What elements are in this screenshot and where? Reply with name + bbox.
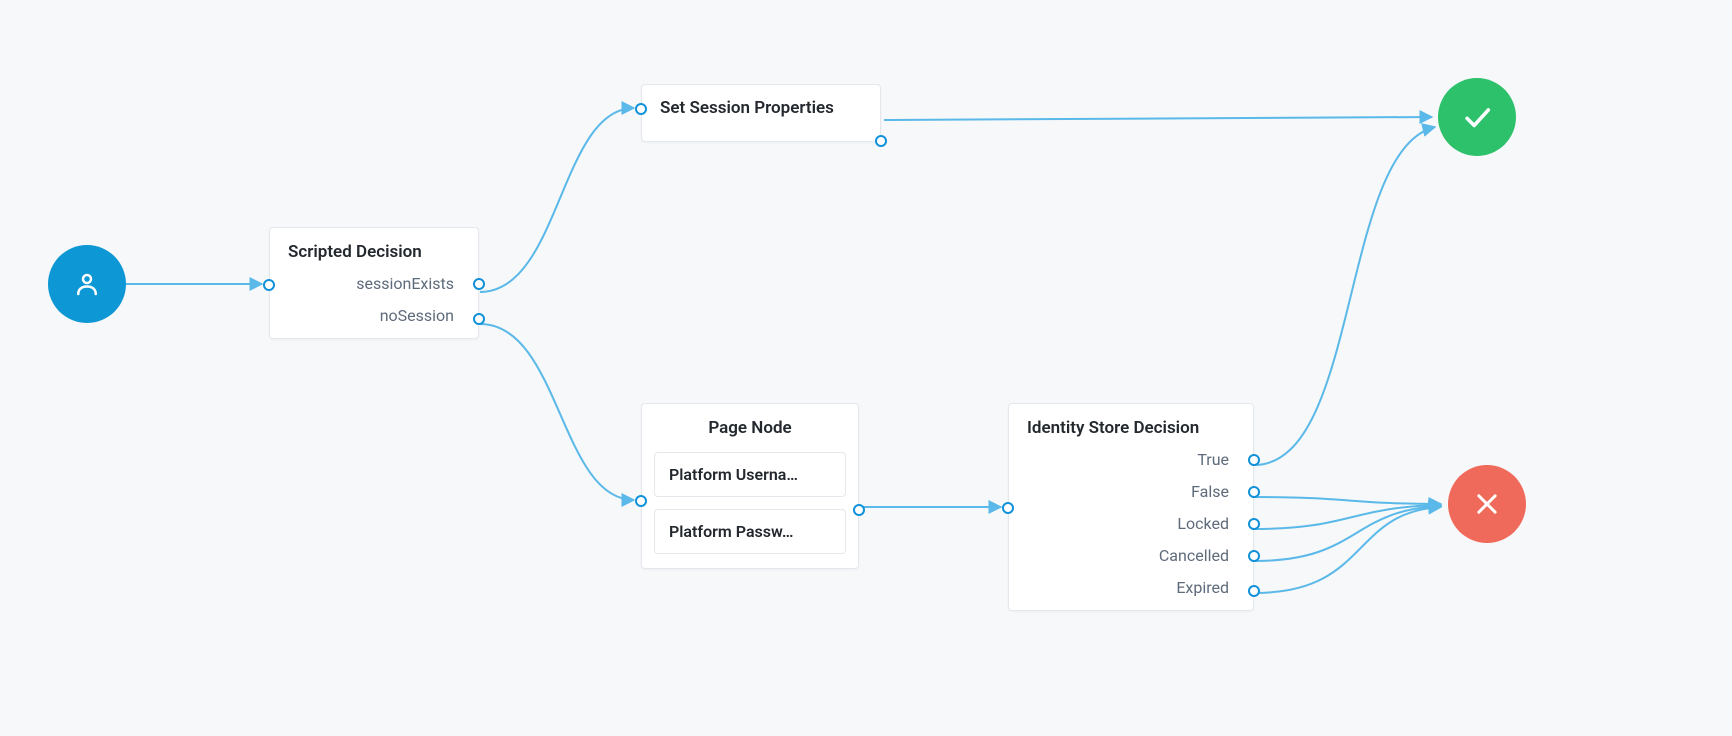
page-node-items: Platform Userna… Platform Passw…: [642, 452, 858, 568]
output-port[interactable]: [1248, 585, 1260, 597]
input-port[interactable]: [635, 495, 647, 507]
node-title: Page Node: [642, 404, 858, 444]
output-port[interactable]: [473, 313, 485, 325]
output-port[interactable]: [1248, 454, 1260, 466]
outcome-false[interactable]: False: [1009, 476, 1253, 508]
outcome-expired[interactable]: Expired: [1009, 572, 1253, 610]
outcome-label: Locked: [1177, 514, 1229, 533]
node-set-session-properties[interactable]: Set Session Properties: [641, 84, 881, 142]
outcome-nosession[interactable]: noSession: [270, 300, 478, 338]
node-identity-store-decision[interactable]: Identity Store Decision True False Locke…: [1008, 403, 1254, 611]
outcome-label: Expired: [1176, 578, 1229, 597]
node-title: Set Session Properties: [642, 85, 880, 131]
node-title: Scripted Decision: [270, 228, 478, 268]
outcome-label: noSession: [380, 306, 454, 325]
output-port[interactable]: [875, 135, 887, 147]
outcome-true[interactable]: True: [1009, 444, 1253, 476]
output-port[interactable]: [1248, 518, 1260, 530]
x-icon: [1473, 490, 1501, 518]
outcome-label: sessionExists: [356, 274, 454, 293]
input-port[interactable]: [635, 103, 647, 115]
flow-canvas[interactable]: Scripted Decision sessionExists noSessio…: [0, 0, 1732, 736]
node-title: Identity Store Decision: [1009, 404, 1253, 444]
page-node-item-password[interactable]: Platform Passw…: [654, 509, 846, 554]
outcome-label: False: [1191, 482, 1229, 501]
outcome-label: True: [1197, 450, 1229, 469]
outcome-sessionexists[interactable]: sessionExists: [270, 268, 478, 300]
output-port[interactable]: [473, 278, 485, 290]
page-node-item-username[interactable]: Platform Userna…: [654, 452, 846, 497]
node-page-node[interactable]: Page Node Platform Userna… Platform Pass…: [641, 403, 859, 569]
output-port[interactable]: [1248, 550, 1260, 562]
node-scripted-decision[interactable]: Scripted Decision sessionExists noSessio…: [269, 227, 479, 339]
outcome-cancelled[interactable]: Cancelled: [1009, 540, 1253, 572]
outcome-label: Cancelled: [1159, 546, 1229, 565]
start-node[interactable]: [48, 245, 126, 323]
outcome-locked[interactable]: Locked: [1009, 508, 1253, 540]
output-port[interactable]: [1248, 486, 1260, 498]
check-icon: [1460, 100, 1494, 134]
fail-node[interactable]: [1448, 465, 1526, 543]
user-icon: [72, 269, 102, 299]
output-port[interactable]: [853, 504, 865, 516]
success-node[interactable]: [1438, 78, 1516, 156]
